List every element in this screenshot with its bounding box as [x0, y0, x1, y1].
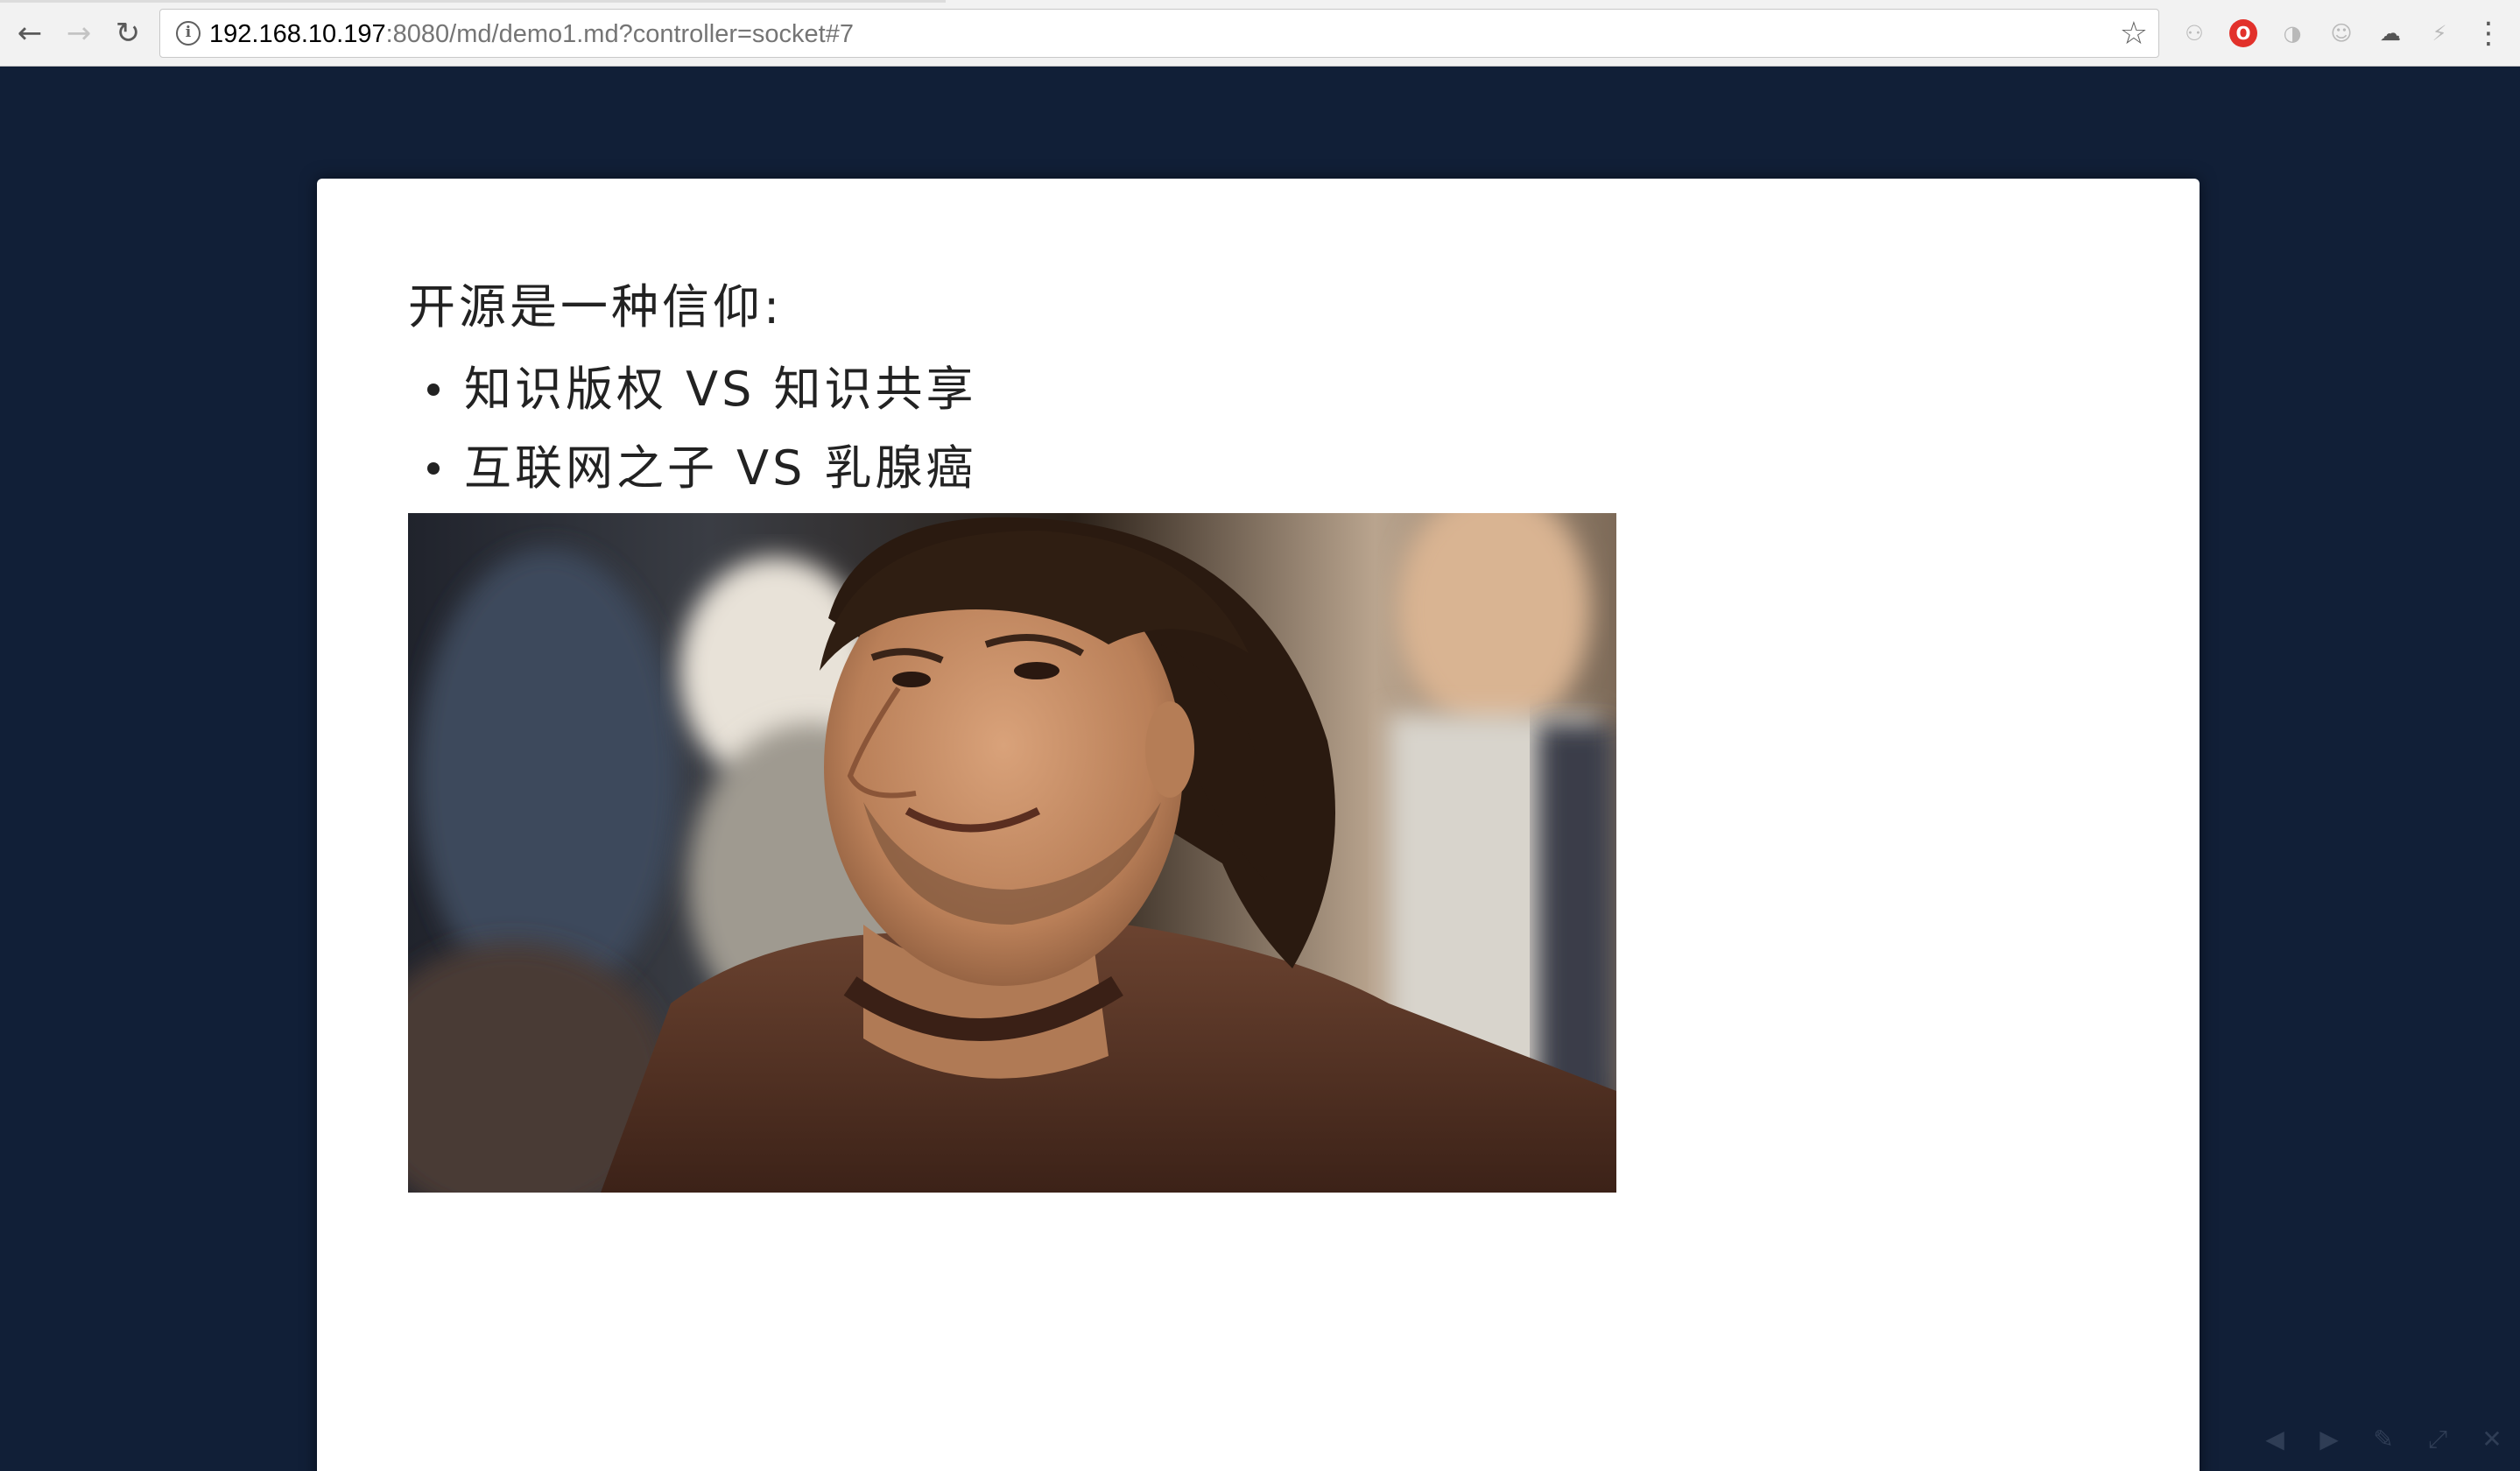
flash-player-icon[interactable]: ⚡: [2425, 19, 2453, 47]
bullet-text: 互联网之子 VS 乳腺癌: [464, 440, 977, 496]
cloud-icon[interactable]: ☁: [2376, 19, 2404, 47]
address-bar[interactable]: i 192.168.10.197:8080/md/demo1.md?contro…: [159, 9, 2159, 58]
extension-icon[interactable]: ◑: [2278, 19, 2306, 47]
browser-toolbar: ← → ↻ i 192.168.10.197:8080/md/demo1.md?…: [0, 0, 2520, 67]
close-icon[interactable]: ✕: [2478, 1425, 2506, 1453]
fullscreen-icon[interactable]: ⤢: [2424, 1425, 2452, 1453]
bookmark-star-icon[interactable]: ☆: [2120, 15, 2148, 53]
slide-controls: ◀ ▶ ✎ ⤢ ✕: [2261, 1425, 2506, 1453]
back-icon[interactable]: ←: [9, 12, 51, 54]
opera-icon[interactable]: O: [2229, 19, 2257, 47]
menu-icon[interactable]: ⋮: [2474, 18, 2503, 48]
slide-heading: 开源是一种信仰:: [408, 279, 784, 334]
pen-icon[interactable]: ✎: [2369, 1425, 2397, 1453]
extension-face-icon[interactable]: ☺: [2327, 19, 2355, 47]
tab-strip: [0, 0, 946, 3]
slide: 开源是一种信仰: 知识版权 VS 知识共享 互联网之子 VS 乳腺癌: [317, 179, 2200, 1471]
info-icon[interactable]: i: [176, 21, 201, 46]
url-host: 192.168.10.197: [209, 20, 386, 48]
forward-icon[interactable]: →: [58, 12, 100, 54]
presentation-viewport: 开源是一种信仰: 知识版权 VS 知识共享 互联网之子 VS 乳腺癌 ◀ ▶ ✎…: [0, 67, 2520, 1471]
url-path: :8080/md/demo1.md?controller=socket#7: [385, 20, 854, 48]
bullet-item: 知识版权 VS 知识共享: [408, 350, 977, 429]
bullet-text: 知识版权 VS 知识共享: [464, 362, 977, 417]
next-slide-icon[interactable]: ▶: [2315, 1425, 2343, 1453]
extension-sitemap-icon[interactable]: ⚇: [2180, 19, 2208, 47]
bullet-dot: [427, 462, 440, 475]
bullet-list: 知识版权 VS 知识共享 互联网之子 VS 乳腺癌: [408, 350, 977, 508]
reload-icon[interactable]: ↻: [107, 12, 149, 54]
portrait-photo: [408, 513, 1616, 1193]
bullet-item: 互联网之子 VS 乳腺癌: [408, 429, 977, 508]
portrait-illustration: [408, 513, 1616, 1193]
bullet-dot: [427, 384, 440, 396]
prev-slide-icon[interactable]: ◀: [2261, 1425, 2289, 1453]
url-text[interactable]: 192.168.10.197:8080/md/demo1.md?controll…: [209, 20, 854, 48]
